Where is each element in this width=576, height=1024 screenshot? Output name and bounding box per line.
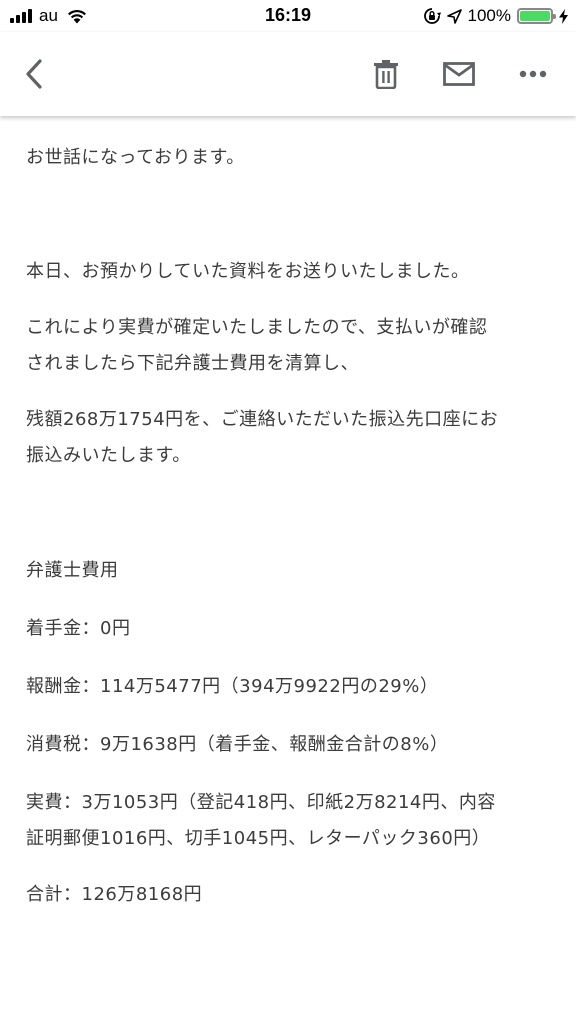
fee-line-total: 合計：126万8168円 <box>26 884 203 905</box>
email-paragraph-expenses-confirmed: これにより実費が確定いたしましたので、支払いが確認 されましたら下記弁護士費用を… <box>26 317 488 374</box>
app-toolbar <box>0 32 576 116</box>
back-button[interactable] <box>12 52 56 96</box>
fee-line-retainer: 着手金：0円 <box>26 618 131 639</box>
delete-button[interactable] <box>364 52 408 96</box>
fee-section-heading: 弁護士費用 <box>26 560 119 581</box>
status-right: 100% <box>423 6 568 26</box>
trash-icon <box>374 60 398 89</box>
back-arrow-icon <box>26 59 42 89</box>
fee-line-consumption-tax: 消費税：9万1638円（着手金、報酬金合計の8%） <box>26 734 449 755</box>
battery-icon <box>517 8 556 24</box>
orientation-lock-icon <box>423 8 441 24</box>
email-paragraph-greeting: お世話になっております。 <box>26 147 245 168</box>
charging-bolt-icon <box>559 8 568 24</box>
mail-icon <box>443 62 475 86</box>
more-options-button[interactable] <box>511 52 555 96</box>
email-paragraph-remaining-balance: 残額268万1754円を、ご連絡いただいた振込先口座にお 振込みいたします。 <box>26 409 499 466</box>
battery-percent: 100% <box>467 6 511 25</box>
more-horizontal-icon <box>519 70 547 78</box>
status-bar: au 16:19 100% <box>0 0 576 32</box>
email-paragraph-sent-docs: 本日、お預かりしていた資料をお送りいたしました。 <box>26 261 470 282</box>
fee-line-actual-expenses: 実費：3万1053円（登記418円、印紙2万8214円、内容 証明郵便1016円… <box>26 792 496 849</box>
location-arrow-icon <box>446 8 462 24</box>
fee-line-success-fee: 報酬金：114万5477円（394万9922円の29%） <box>26 676 439 697</box>
email-body: お世話になっております。 本日、お預かりしていた資料をお送りいたしました。 これ… <box>26 140 546 913</box>
battery-level-fill <box>520 11 550 21</box>
mark-unread-button[interactable] <box>437 52 481 96</box>
